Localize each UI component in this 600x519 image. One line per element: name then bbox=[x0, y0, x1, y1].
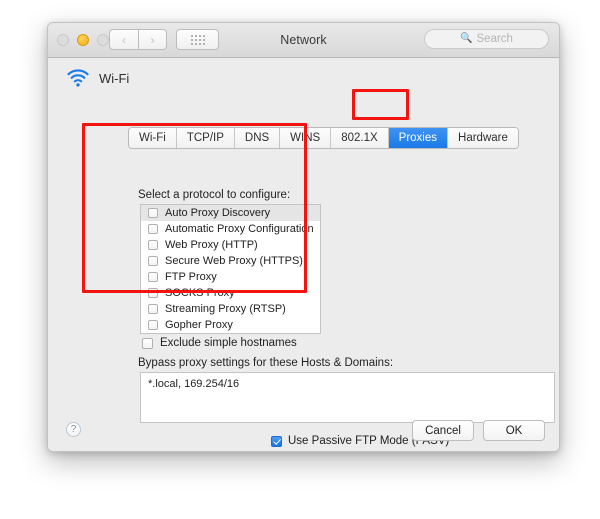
wifi-dot bbox=[76, 83, 80, 87]
tab-tcp-ip[interactable]: TCP/IP bbox=[176, 128, 235, 148]
protocol-checkbox[interactable] bbox=[148, 256, 158, 266]
protocol-row-auto-proxy-discovery[interactable]: Auto Proxy Discovery bbox=[141, 205, 320, 221]
exclude-simple-hostnames-row[interactable]: Exclude simple hostnames bbox=[142, 337, 297, 349]
search-placeholder: Search bbox=[476, 33, 513, 45]
back-button[interactable]: ‹ bbox=[109, 29, 138, 50]
protocol-label: Web Proxy (HTTP) bbox=[165, 238, 258, 251]
protocol-row-socks-proxy[interactable]: SOCKS Proxy bbox=[141, 285, 320, 301]
service-name: Wi-Fi bbox=[99, 70, 130, 86]
protocol-label: Automatic Proxy Configuration bbox=[165, 222, 314, 235]
cancel-button[interactable]: Cancel bbox=[412, 420, 474, 441]
navigation-segmented-control: ‹ › bbox=[109, 29, 167, 50]
protocol-checkbox[interactable] bbox=[148, 320, 158, 330]
close-button[interactable] bbox=[57, 34, 69, 46]
forward-button[interactable]: › bbox=[138, 29, 167, 50]
tab-hardware[interactable]: Hardware bbox=[448, 128, 518, 148]
minimize-button[interactable] bbox=[77, 34, 89, 46]
search-input[interactable]: 🔍 Search bbox=[424, 29, 549, 49]
protocol-checkbox[interactable] bbox=[148, 224, 158, 234]
protocol-section-label: Select a protocol to configure: bbox=[138, 189, 291, 201]
protocol-label: Auto Proxy Discovery bbox=[165, 206, 271, 219]
tab-802-1x[interactable]: 802.1X bbox=[331, 128, 389, 148]
preference-pane-content: Wi-Fi Wi-Fi TCP/IP DNS WINS 802.1X Proxi… bbox=[48, 58, 559, 451]
bypass-section-label: Bypass proxy settings for these Hosts & … bbox=[138, 357, 394, 369]
exclude-simple-hostnames-checkbox[interactable] bbox=[142, 337, 153, 349]
protocol-list[interactable]: Auto Proxy Discovery Automatic Proxy Con… bbox=[140, 204, 321, 334]
protocol-label: Secure Web Proxy (HTTPS) bbox=[165, 254, 303, 267]
tab-dns[interactable]: DNS bbox=[234, 128, 281, 148]
protocol-checkbox[interactable] bbox=[148, 288, 158, 298]
tab-bar: Wi-Fi TCP/IP DNS WINS 802.1X Proxies Har… bbox=[128, 127, 519, 149]
protocol-checkbox[interactable] bbox=[148, 240, 158, 250]
service-header: Wi-Fi bbox=[66, 69, 129, 87]
protocol-row-streaming-proxy-rtsp[interactable]: Streaming Proxy (RTSP) bbox=[141, 301, 320, 317]
protocol-label: Streaming Proxy (RTSP) bbox=[165, 302, 286, 315]
protocol-label: Gopher Proxy bbox=[165, 318, 233, 331]
help-button[interactable]: ? bbox=[66, 422, 81, 437]
protocol-row-automatic-proxy-configuration[interactable]: Automatic Proxy Configuration bbox=[141, 221, 320, 237]
wifi-icon bbox=[67, 69, 89, 87]
tab-proxies[interactable]: Proxies bbox=[388, 128, 449, 148]
tab-wi-fi[interactable]: Wi-Fi bbox=[129, 128, 177, 148]
ok-button[interactable]: OK bbox=[483, 420, 545, 441]
protocol-checkbox[interactable] bbox=[148, 304, 158, 314]
footer-button-group: Cancel OK bbox=[412, 420, 545, 441]
protocol-checkbox[interactable] bbox=[148, 208, 158, 218]
traffic-light-group bbox=[57, 34, 109, 46]
protocol-row-secure-web-proxy-https[interactable]: Secure Web Proxy (HTTPS) bbox=[141, 253, 320, 269]
window-titlebar: ‹ › Network 🔍 Search bbox=[48, 23, 559, 58]
protocol-label: SOCKS Proxy bbox=[165, 286, 235, 299]
protocol-row-gopher-proxy[interactable]: Gopher Proxy bbox=[141, 317, 320, 333]
protocol-row-web-proxy-http[interactable]: Web Proxy (HTTP) bbox=[141, 237, 320, 253]
zoom-button[interactable] bbox=[97, 34, 109, 46]
protocol-checkbox[interactable] bbox=[148, 272, 158, 282]
exclude-simple-hostnames-label: Exclude simple hostnames bbox=[160, 337, 297, 349]
protocol-row-ftp-proxy[interactable]: FTP Proxy bbox=[141, 269, 320, 285]
passive-ftp-checkbox[interactable] bbox=[271, 435, 282, 447]
network-preferences-window: ‹ › Network 🔍 Search Wi-Fi Wi-Fi TCP/IP … bbox=[47, 22, 560, 452]
search-icon: 🔍 bbox=[460, 33, 473, 44]
tab-wins[interactable]: WINS bbox=[280, 128, 332, 148]
protocol-label: FTP Proxy bbox=[165, 270, 217, 283]
show-all-button[interactable] bbox=[176, 29, 219, 50]
grid-icon bbox=[190, 34, 205, 45]
bypass-hosts-textarea[interactable]: *.local, 169.254/16 bbox=[140, 372, 555, 423]
